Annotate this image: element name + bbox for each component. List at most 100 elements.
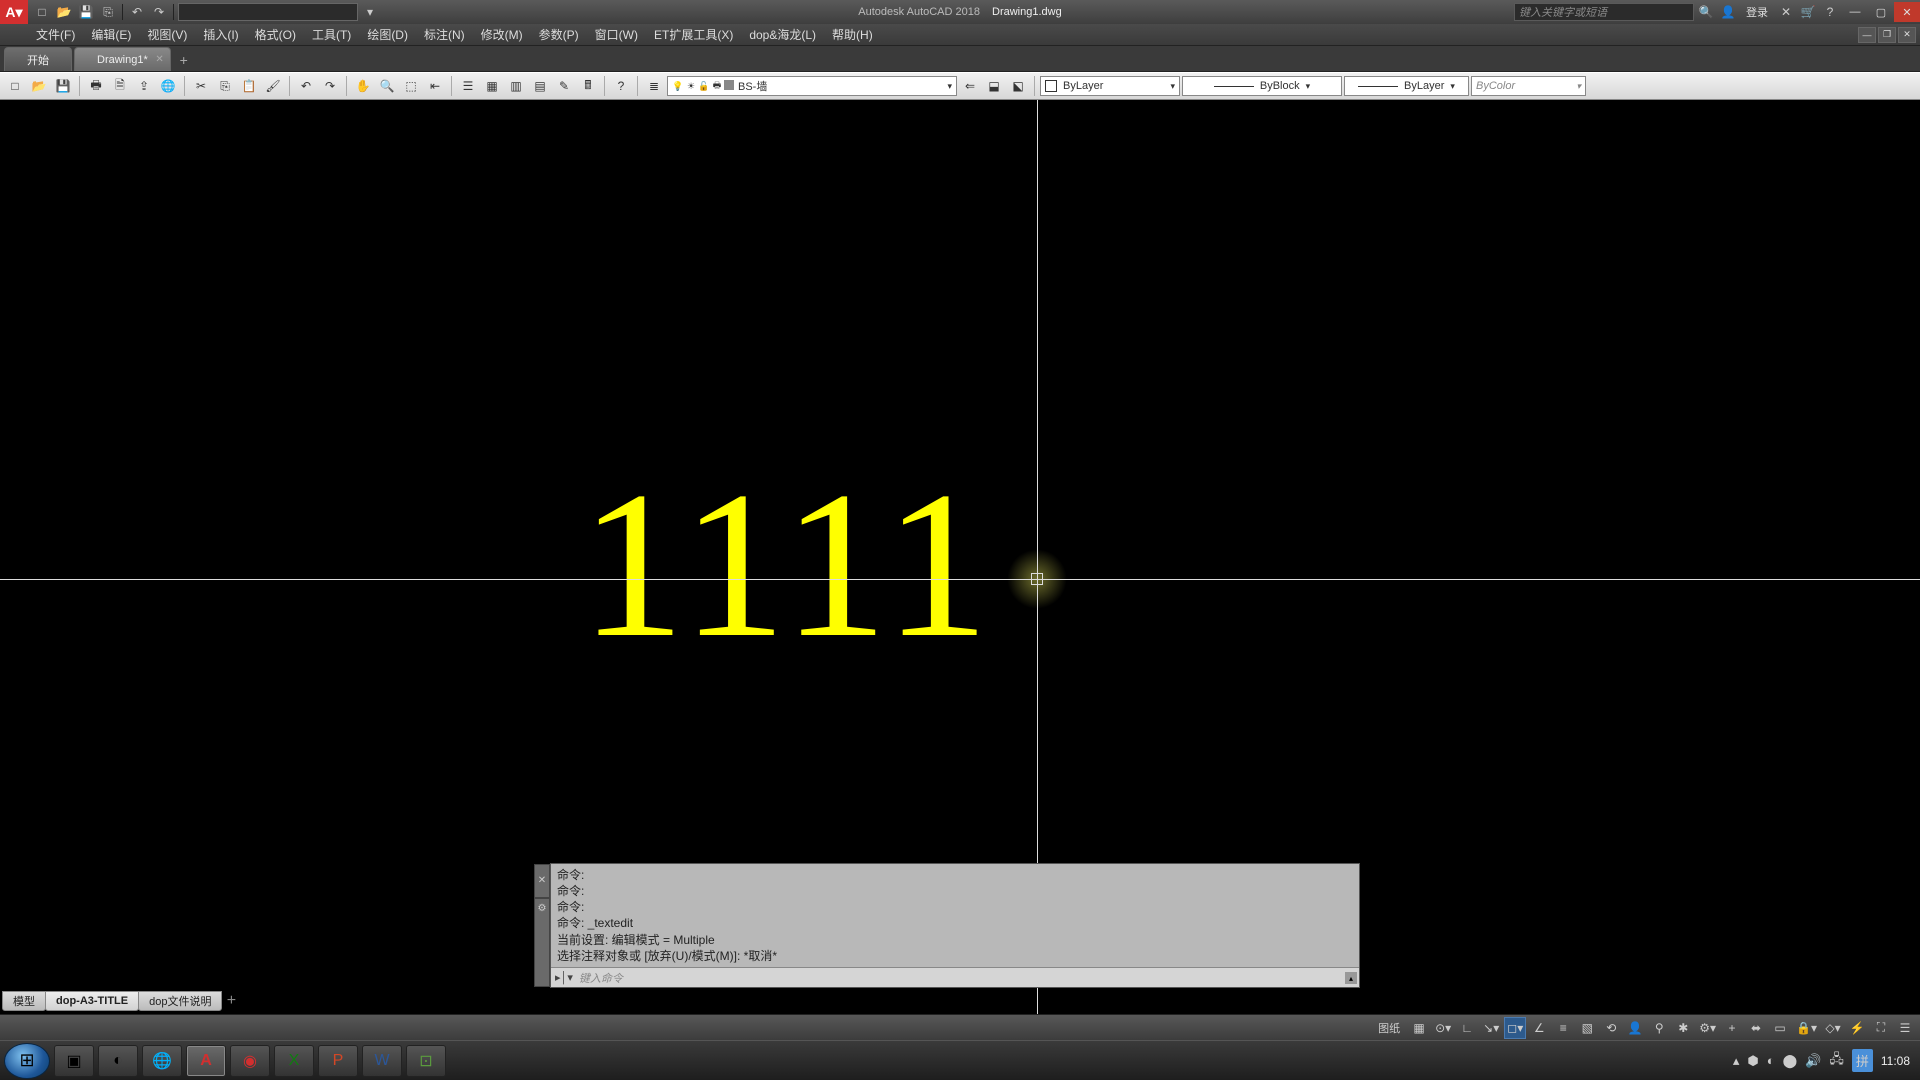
transparency-toggle[interactable]: ▧ <box>1576 1017 1598 1039</box>
hwaccel-icon[interactable]: ⚡ <box>1846 1017 1868 1039</box>
taskbar-app-2[interactable]: 🌐 <box>142 1045 182 1077</box>
copy-icon[interactable]: ⎘ <box>214 75 236 97</box>
lineweight-dropdown[interactable]: ByLayer▾ <box>1344 76 1469 96</box>
saveas-icon[interactable]: ⎘ <box>98 2 118 22</box>
command-input[interactable]: ▸│▾ 键入命令 <box>551 967 1359 987</box>
color-dropdown[interactable]: ByLayer▾ <box>1040 76 1180 96</box>
taskbar-app-1[interactable]: ◐ <box>98 1045 138 1077</box>
save-icon[interactable]: 💾 <box>76 2 96 22</box>
signin-label[interactable]: 登录 <box>1740 4 1774 20</box>
matchprop-icon[interactable]: 🖌 <box>262 75 284 97</box>
tray-volume-icon[interactable]: 🔊 <box>1805 1053 1821 1069</box>
layer-iso-icon[interactable]: ⬕ <box>1007 75 1029 97</box>
layout-tab-model[interactable]: 模型 <box>2 991 46 1011</box>
redo-icon[interactable]: ↷ <box>149 2 169 22</box>
layout-add-button[interactable]: + <box>221 991 241 1011</box>
cmd-handle[interactable]: ⚙ <box>534 898 550 987</box>
pan-icon[interactable]: ✋ <box>352 75 374 97</box>
units-icon[interactable]: ⬌ <box>1745 1017 1767 1039</box>
taskbar-app-excel[interactable]: X <box>274 1045 314 1077</box>
close-button[interactable]: ✕ <box>1894 2 1920 22</box>
sheetset-icon[interactable]: ▤ <box>529 75 551 97</box>
taskbar-app-8[interactable]: ⊡ <box>406 1045 446 1077</box>
menu-tools[interactable]: 工具(T) <box>312 26 351 43</box>
zoom-prev-icon[interactable]: ⇤ <box>424 75 446 97</box>
menu-et[interactable]: ET扩展工具(X) <box>654 26 733 43</box>
markup-icon[interactable]: ✎ <box>553 75 575 97</box>
snap-toggle[interactable]: ⊙▾ <box>1432 1017 1454 1039</box>
preview-icon[interactable]: 🗎 <box>109 75 131 97</box>
qat-more-icon[interactable]: ▾ <box>360 2 380 22</box>
drawing-area[interactable]: 1111 ✕ ⚙ 命令: 命令: 命令: 命令: _textedit 当前设置:… <box>0 100 1920 1014</box>
lwt-toggle[interactable]: ≡ <box>1552 1017 1574 1039</box>
annoauto-icon[interactable]: ✱ <box>1672 1017 1694 1039</box>
menu-help[interactable]: 帮助(H) <box>832 26 873 43</box>
close-icon[interactable]: ✕ <box>155 54 163 65</box>
taskbar-app-0[interactable]: ▣ <box>54 1045 94 1077</box>
custom-icon[interactable]: ☰ <box>1894 1017 1916 1039</box>
menu-param[interactable]: 参数(P) <box>539 26 579 43</box>
ime-indicator[interactable]: 拼 <box>1852 1049 1873 1072</box>
zoom-icon[interactable]: 🔍 <box>376 75 398 97</box>
undo-icon[interactable]: ↶ <box>127 2 147 22</box>
designcenter-icon[interactable]: ▦ <box>481 75 503 97</box>
open-doc-icon[interactable]: 📂 <box>28 75 50 97</box>
tray-chevron-icon[interactable]: ▴ <box>1733 1053 1740 1069</box>
layout-tab-a3title[interactable]: dop-A3-TITLE <box>45 991 139 1011</box>
cmd-close-button[interactable]: ✕ <box>534 864 550 898</box>
mdi-close[interactable]: ✕ <box>1898 27 1916 43</box>
menu-insert[interactable]: 插入(I) <box>203 26 238 43</box>
layer-manager-icon[interactable]: ≣ <box>643 75 665 97</box>
plotstyle-dropdown[interactable]: ByColor▾ <box>1471 76 1586 96</box>
layer-state-icon[interactable]: ⬓ <box>983 75 1005 97</box>
taskbar-app-4[interactable]: ◉ <box>230 1045 270 1077</box>
help-icon[interactable]: ? <box>1820 2 1840 22</box>
menu-view[interactable]: 视图(V) <box>147 26 187 43</box>
app-logo[interactable]: A▾ <box>0 0 28 24</box>
menu-format[interactable]: 格式(O) <box>255 26 296 43</box>
mdi-restore[interactable]: ❐ <box>1878 27 1896 43</box>
taskbar-app-ppt[interactable]: P <box>318 1045 358 1077</box>
maximize-button[interactable]: ▢ <box>1868 2 1894 22</box>
layer-dropdown[interactable]: 💡 ☀ 🔓 🖶 BS-墙▾ <box>667 76 957 96</box>
signin-icon[interactable]: 👤 <box>1718 2 1738 22</box>
menu-modify[interactable]: 修改(M) <box>481 26 523 43</box>
annovis-icon[interactable]: ⚲ <box>1648 1017 1670 1039</box>
exchange-icon[interactable]: ✕ <box>1776 2 1796 22</box>
iso-icon[interactable]: ◇▾ <box>1822 1017 1844 1039</box>
cycling-toggle[interactable]: ⟲ <box>1600 1017 1622 1039</box>
gear-icon[interactable]: ⚙▾ <box>1696 1017 1719 1039</box>
publish-icon[interactable]: ⇪ <box>133 75 155 97</box>
command-window[interactable]: ✕ ⚙ 命令: 命令: 命令: 命令: _textedit 当前设置: 编辑模式… <box>550 863 1360 988</box>
file-tab-drawing1[interactable]: Drawing1*✕ <box>74 47 171 71</box>
menu-dop[interactable]: dop&海龙(L) <box>749 26 816 43</box>
tray-icon-2[interactable]: ◐ <box>1767 1053 1775 1068</box>
cleanscreen-icon[interactable]: ⛶ <box>1870 1017 1892 1039</box>
tray-icon-3[interactable]: ⬤ <box>1783 1053 1798 1069</box>
mdi-minimize[interactable]: — <box>1858 27 1876 43</box>
menu-file[interactable]: 文件(F) <box>36 26 75 43</box>
menu-dim[interactable]: 标注(N) <box>424 26 465 43</box>
new-icon[interactable]: □ <box>32 2 52 22</box>
toolpalette-icon[interactable]: ▥ <box>505 75 527 97</box>
taskbar-app-autocad[interactable]: A <box>186 1045 226 1077</box>
ws-switch-icon[interactable]: + <box>1721 1017 1743 1039</box>
linetype-dropdown[interactable]: ByBlock▾ <box>1182 76 1342 96</box>
print-icon[interactable]: 🖶 <box>85 75 107 97</box>
qprop-icon[interactable]: ▭ <box>1769 1017 1791 1039</box>
annoscale-icon[interactable]: 👤 <box>1624 1017 1646 1039</box>
paste-icon[interactable]: 📋 <box>238 75 260 97</box>
new-doc-icon[interactable]: □ <box>4 75 26 97</box>
help-search-input[interactable]: 键入关键字或短语 <box>1514 3 1694 21</box>
open-icon[interactable]: 📂 <box>54 2 74 22</box>
taskbar-app-word[interactable]: W <box>362 1045 402 1077</box>
otrack-toggle[interactable]: ∠ <box>1528 1017 1550 1039</box>
cmd-scroll-icon[interactable]: ▴ <box>1345 972 1357 984</box>
layer-prev-icon[interactable]: ⇐ <box>959 75 981 97</box>
zoom-window-icon[interactable]: ⬚ <box>400 75 422 97</box>
calc-icon[interactable]: 🖩 <box>577 75 599 97</box>
polar-toggle[interactable]: ↘▾ <box>1480 1017 1502 1039</box>
lockui-icon[interactable]: 🔒▾ <box>1793 1017 1820 1039</box>
properties-icon[interactable]: ☰ <box>457 75 479 97</box>
space-label[interactable]: 图纸 <box>1372 1020 1406 1036</box>
